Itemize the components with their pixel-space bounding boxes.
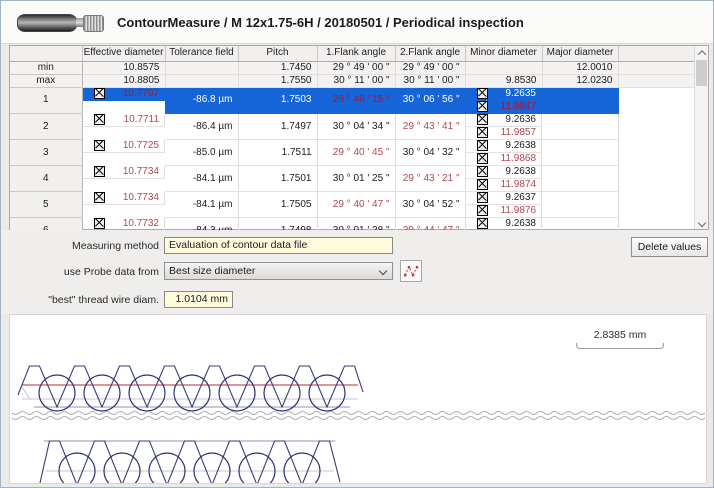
column-header: Minor diameter: [465, 46, 542, 61]
page-title: ContourMeasure / M 12x1.75-6H / 20180501…: [117, 15, 524, 30]
checkbox-checked-icon[interactable]: [477, 114, 488, 125]
column-header: [618, 46, 696, 61]
measuring-method-label: Measuring method: [1, 240, 159, 252]
probe-points-button[interactable]: [400, 260, 422, 282]
scroll-down-button[interactable]: [695, 216, 708, 229]
contour-measure-window: ContourMeasure / M 12x1.75-6H / 20180501…: [0, 0, 714, 488]
checkbox-checked-icon[interactable]: [94, 114, 105, 125]
checkbox-checked-icon[interactable]: [477, 153, 488, 164]
column-header: Major diameter: [542, 46, 618, 61]
checkbox-checked-icon[interactable]: [477, 166, 488, 177]
probe-data-dropdown[interactable]: Best size diameter: [164, 262, 393, 280]
thread-wire-circle: [194, 453, 230, 483]
table-row[interactable]: 210.7711-86.4 µm1.749730 ° 04 ' 34 "29 °…: [10, 114, 696, 140]
thread-wire-circle: [149, 453, 185, 483]
scrollbar-thumb[interactable]: [696, 60, 707, 86]
table-row[interactable]: max10.88051.755030 ° 11 ' 00 "30 ° 11 ' …: [10, 74, 696, 87]
checkbox-checked-icon[interactable]: [477, 88, 488, 99]
column-header: [10, 46, 82, 61]
thread-plug-gauge-icon: [17, 11, 109, 33]
thread-wire-circle: [59, 453, 95, 483]
column-header: Pitch: [238, 46, 317, 61]
wave-separator: [12, 411, 705, 414]
table-row[interactable]: 110.7707-86.8 µm1.750329 ° 48 ' 15 "30 °…: [10, 87, 696, 114]
thread-wire-circle: [104, 453, 140, 483]
scale-indicator: 2.8385 mm: [576, 329, 664, 349]
column-header: 1.Flank angle: [317, 46, 395, 61]
checkbox-checked-icon[interactable]: [477, 218, 488, 229]
chevron-down-icon: [697, 218, 705, 226]
checkbox-checked-icon[interactable]: [477, 127, 488, 138]
checkbox-checked-icon[interactable]: [477, 192, 488, 203]
column-header: Tolerance field: [165, 46, 238, 61]
table-row[interactable]: 310.7725-85.0 µm1.751129 ° 40 ' 45 "30 °…: [10, 140, 696, 166]
checkbox-checked-icon[interactable]: [94, 192, 105, 203]
column-header: 2.Flank angle: [395, 46, 465, 61]
column-header: Effective diameter: [82, 46, 165, 61]
thread-wire-circle: [239, 453, 275, 483]
chevron-down-icon: [379, 267, 387, 275]
scale-bracket: [576, 343, 664, 349]
probe-points-icon: [403, 263, 419, 279]
table-header: Effective diameterTolerance fieldPitch1.…: [10, 46, 696, 61]
table-row[interactable]: min10.85751.745029 ° 49 ' 00 "29 ° 49 ' …: [10, 61, 696, 74]
delete-values-button[interactable]: Delete values: [631, 237, 708, 257]
wire-diameter-field[interactable]: 1.0104 mm: [164, 291, 233, 308]
checkbox-checked-icon[interactable]: [94, 88, 105, 99]
chevron-up-icon: [697, 50, 705, 58]
checkbox-checked-icon[interactable]: [477, 140, 488, 151]
guide: [22, 387, 30, 399]
scroll-up-button[interactable]: [695, 46, 708, 59]
checkbox-checked-icon[interactable]: [94, 166, 105, 177]
lower-thread-profile: [40, 441, 340, 483]
checkbox-checked-icon[interactable]: [94, 218, 105, 229]
parameter-panel: Measuring method Evaluation of contour d…: [1, 230, 713, 314]
checkbox-checked-icon[interactable]: [477, 205, 488, 216]
measuring-method-field[interactable]: Evaluation of contour data file: [164, 237, 393, 254]
table-scrollbar[interactable]: [694, 46, 708, 229]
scale-value: 2.8385 mm: [576, 329, 664, 341]
table-row[interactable]: 510.7734-84.1 µm1.750529 ° 40 ' 47 "30 °…: [10, 192, 696, 218]
contour-plot-panel: 2.8385 mm: [9, 314, 707, 484]
probe-data-selected-value: Best size diameter: [169, 265, 255, 277]
title-bar: ContourMeasure / M 12x1.75-6H / 20180501…: [1, 1, 713, 44]
checkbox-checked-icon[interactable]: [94, 140, 105, 151]
checkbox-checked-icon[interactable]: [477, 179, 488, 190]
wave-separator: [12, 416, 705, 419]
thread-wire-circle: [284, 453, 320, 483]
wire-diameter-label: "best" thread wire diam.: [1, 294, 159, 306]
probe-data-label: use Probe data from: [1, 266, 159, 278]
table-row[interactable]: 410.7734-84.1 µm1.750130 ° 01 ' 25 "29 °…: [10, 166, 696, 192]
checkbox-checked-icon[interactable]: [477, 101, 488, 112]
measurement-table: Effective diameterTolerance fieldPitch1.…: [9, 45, 709, 230]
